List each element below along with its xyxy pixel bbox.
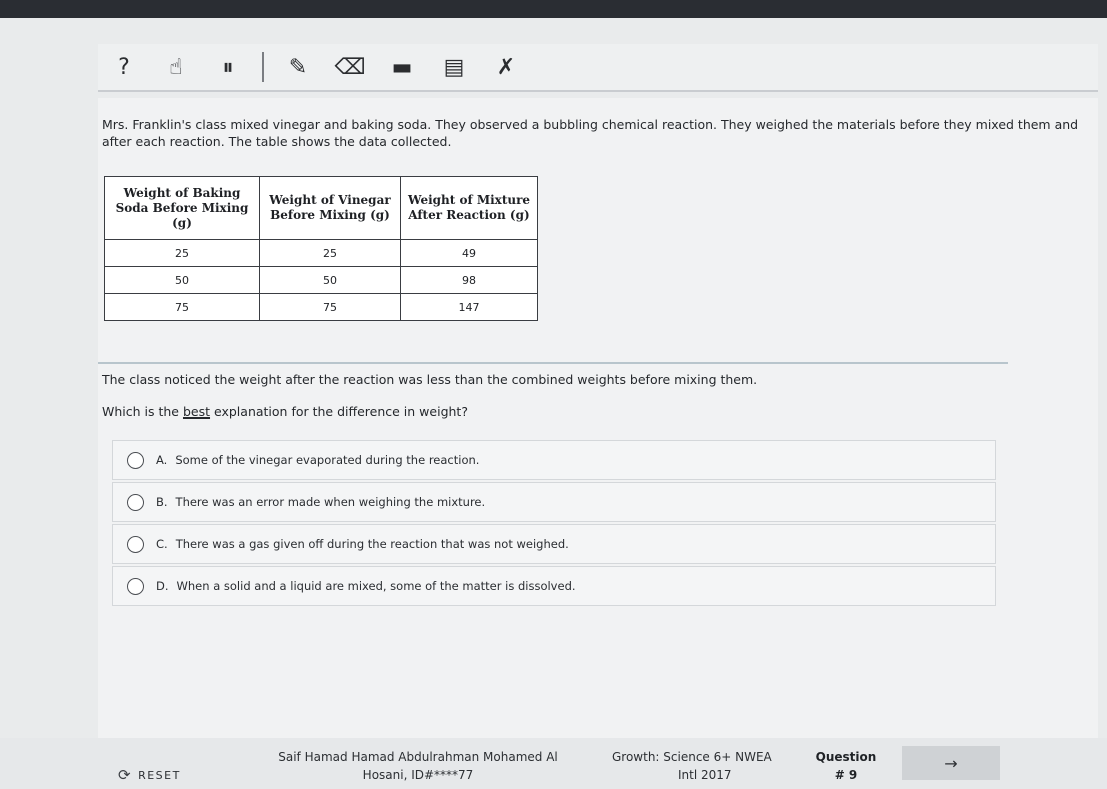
next-button[interactable]: → xyxy=(902,746,1000,780)
choice-d[interactable]: D. When a solid and a liquid are mixed, … xyxy=(112,566,996,606)
question-emphasis: best xyxy=(182,404,211,419)
table-row: 25 25 49 xyxy=(104,239,538,267)
table-row: 50 50 98 xyxy=(104,266,538,294)
choice-a[interactable]: A. Some of the vinegar evaporated during… xyxy=(112,440,996,480)
reset-button[interactable]: ⟳ RESET xyxy=(118,766,181,784)
student-name: Saif Hamad Hamad Abdulrahman Mohamed Al xyxy=(278,750,558,764)
reset-icon: ⟳ xyxy=(118,766,133,784)
pause-icon[interactable]: ⏸ xyxy=(202,47,254,87)
help-icon[interactable]: ? xyxy=(98,47,150,87)
footer-bar: ⟳ RESET Saif Hamad Hamad Abdulrahman Moh… xyxy=(0,738,1107,789)
choice-text: There was an error made when weighing th… xyxy=(175,495,486,509)
screen: ? ☝ ⏸ ✎ ⌫ ▬ ▤ ✗ Mrs. Franklin's class mi… xyxy=(0,18,1107,789)
question-prompt: Which is the best explanation for the di… xyxy=(102,404,468,419)
table-header-row: Weight of Baking Soda Before Mixing (g) … xyxy=(104,176,538,240)
question-stem: Mrs. Franklin's class mixed vinegar and … xyxy=(102,117,1079,149)
toolbar: ? ☝ ⏸ ✎ ⌫ ▬ ▤ ✗ xyxy=(98,44,1098,92)
choice-c[interactable]: C. There was a gas given off during the … xyxy=(112,524,996,564)
choice-letter: A. xyxy=(156,453,168,467)
table-row: 75 75 147 xyxy=(104,293,538,321)
highlighter-icon[interactable]: ▬ xyxy=(376,47,428,87)
radio-button[interactable] xyxy=(127,577,144,595)
question-number: Question # 9 xyxy=(806,748,886,784)
choice-b[interactable]: B. There was an error made when weighing… xyxy=(112,482,996,522)
table-cell: 25 xyxy=(104,239,260,267)
table-cell: 147 xyxy=(400,293,538,321)
section-divider xyxy=(98,362,1008,364)
table-header: Weight of Vinegar Before Mixing (g) xyxy=(259,176,401,240)
question-prompt-start: Which is the xyxy=(102,404,183,419)
choice-letter: B. xyxy=(156,495,168,509)
test-info: Growth: Science 6+ NWEA Intl 2017 xyxy=(612,748,802,784)
pen-icon[interactable]: ✎ xyxy=(272,47,324,87)
answer-choices: A. Some of the vinegar evaporated during… xyxy=(112,440,996,608)
notice-text: The class noticed the weight after the r… xyxy=(102,372,758,387)
answer-eliminator-icon[interactable]: ✗ xyxy=(480,47,532,87)
choice-letter: D. xyxy=(156,579,169,593)
choice-text: When a solid and a liquid are mixed, som… xyxy=(176,579,576,593)
choice-letter: C. xyxy=(156,537,168,551)
toolbar-separator xyxy=(262,52,264,82)
table-cell: 75 xyxy=(259,293,401,321)
choice-text: Some of the vinegar evaporated during th… xyxy=(175,453,480,467)
question-prompt-end: explanation for the difference in weight… xyxy=(210,404,468,419)
pointer-hand-icon[interactable]: ☝ xyxy=(150,47,202,87)
table-cell: 25 xyxy=(259,239,401,267)
test-year: Intl 2017 xyxy=(678,768,732,782)
question-label: Question xyxy=(815,750,877,764)
table-header: Weight of Baking Soda Before Mixing (g) xyxy=(104,176,260,240)
arrow-right-icon: → xyxy=(944,753,958,773)
eraser-icon[interactable]: ⌫ xyxy=(324,47,376,87)
student-id: Hosani, ID#****77 xyxy=(362,768,474,782)
question-panel: Mrs. Franklin's class mixed vinegar and … xyxy=(98,98,1098,748)
table-cell: 50 xyxy=(104,266,260,294)
table-cell: 98 xyxy=(400,266,538,294)
table-cell: 75 xyxy=(104,293,260,321)
table-cell: 49 xyxy=(400,239,538,267)
radio-button[interactable] xyxy=(127,493,144,511)
table-cell: 50 xyxy=(259,266,401,294)
test-name: Growth: Science 6+ NWEA xyxy=(612,750,772,764)
choice-text: There was a gas given off during the rea… xyxy=(175,537,569,551)
question-number-value: # 9 xyxy=(834,768,858,782)
student-info: Saif Hamad Hamad Abdulrahman Mohamed Al … xyxy=(248,748,588,784)
notepad-icon[interactable]: ▤ xyxy=(428,47,480,87)
data-table: Weight of Baking Soda Before Mixing (g) … xyxy=(104,176,538,321)
radio-button[interactable] xyxy=(127,451,144,469)
table-header: Weight of Mixture After Reaction (g) xyxy=(400,176,538,240)
radio-button[interactable] xyxy=(127,535,144,553)
reset-label: RESET xyxy=(138,768,181,782)
